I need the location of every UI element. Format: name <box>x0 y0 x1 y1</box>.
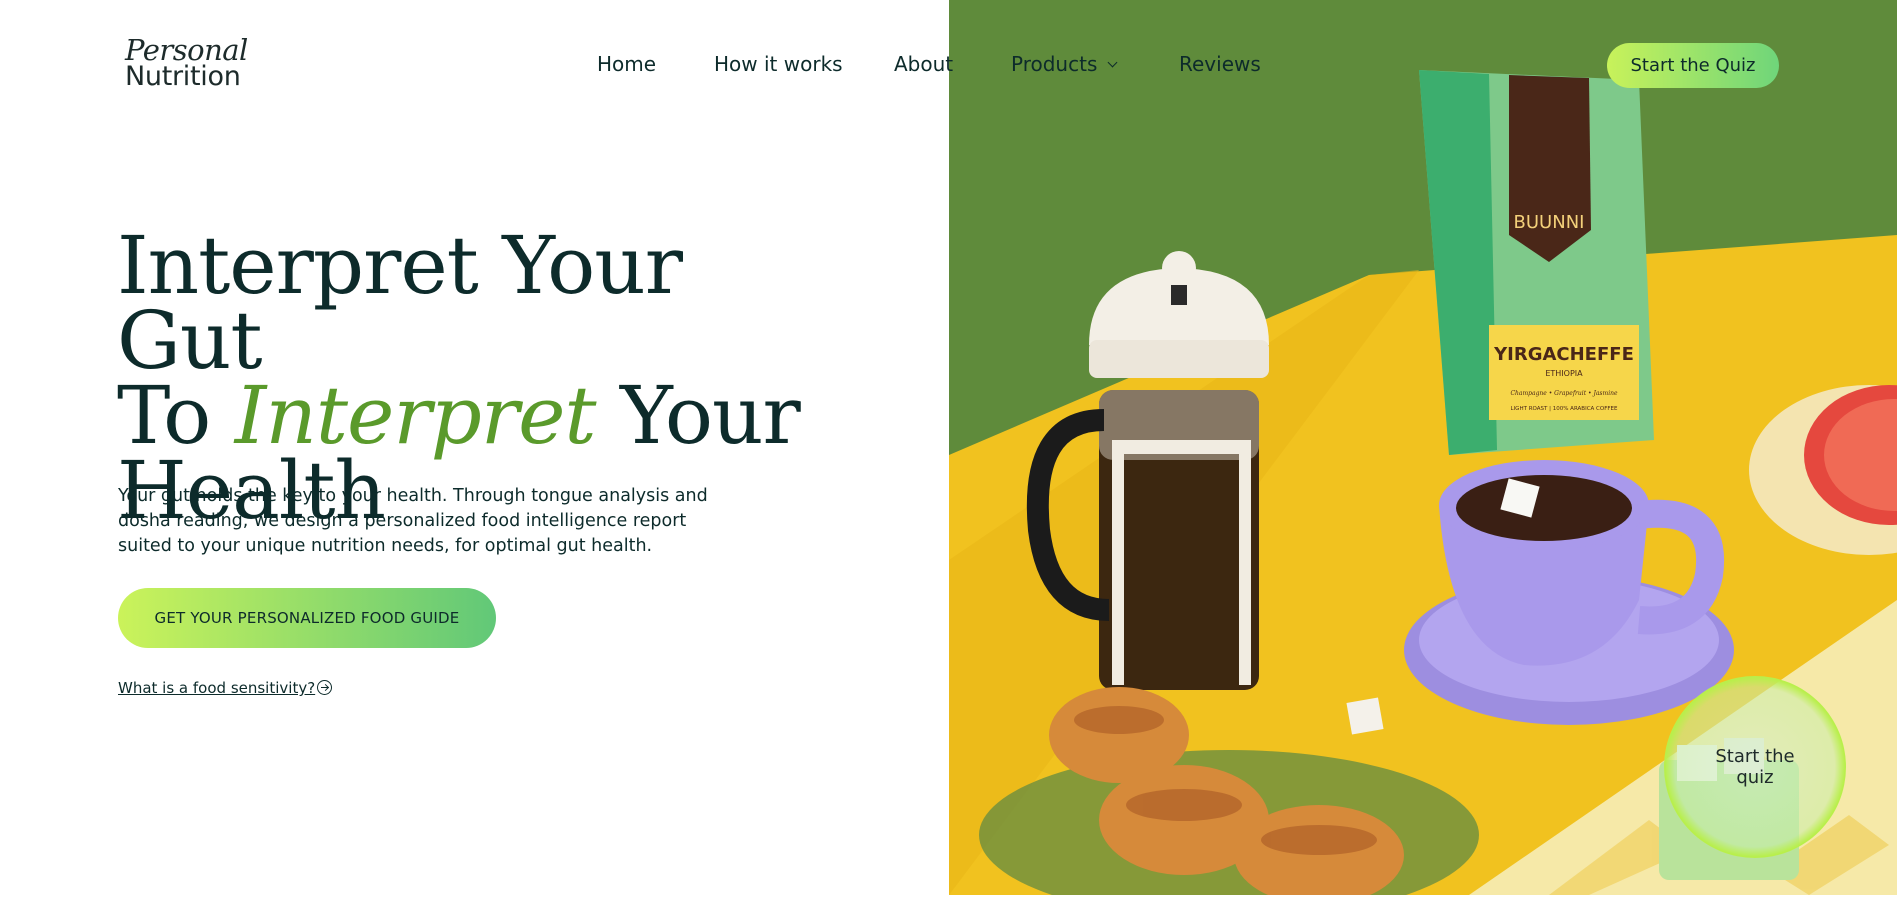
bag-brand-text: BUUNNI <box>1514 212 1585 233</box>
food-sensitivity-link[interactable]: What is a food sensitivity? <box>118 679 315 697</box>
nav-item-products-label: Products <box>1011 52 1098 76</box>
nav-item-products[interactable]: Products <box>1011 52 1118 76</box>
start-quiz-badge-label: Start the quiz <box>1715 746 1795 788</box>
nav-item-about[interactable]: About <box>894 52 953 76</box>
start-quiz-button[interactable]: Start the Quiz <box>1607 43 1779 88</box>
food-guide-button[interactable]: GET YOUR PERSONALIZED FOOD GUIDE <box>118 588 496 648</box>
brand-logo[interactable]: Personal Nutrition <box>125 36 248 92</box>
bag-roast-text: LIGHT ROAST | 100% ARABICA COFFEE <box>1511 406 1619 412</box>
nav-item-how-it-works[interactable]: How it works <box>714 52 843 76</box>
nav-item-home[interactable]: Home <box>597 52 656 76</box>
nav-item-reviews[interactable]: Reviews <box>1179 52 1261 76</box>
headline-line-1: Interpret Your Gut <box>117 219 683 387</box>
bag-notes-text: Champagne • Grapefruit • Jasmine <box>1510 390 1618 397</box>
start-quiz-badge[interactable]: Start the quiz <box>1664 676 1846 858</box>
bag-country-text: ETHIOPIA <box>1545 369 1583 378</box>
hero-headline: Interpret Your Gut To Interpret Your Hea… <box>117 226 817 531</box>
headline-line-2-suffix: Your <box>595 369 801 462</box>
bag-origin-text: YIRGACHEFFE <box>1493 344 1634 365</box>
arrow-circle-right-icon[interactable] <box>317 680 332 695</box>
hero-subcopy: Your gut holds the key to your health. T… <box>118 486 708 556</box>
chevron-down-icon <box>1107 57 1118 68</box>
logo-line-2: Nutrition <box>125 61 241 92</box>
